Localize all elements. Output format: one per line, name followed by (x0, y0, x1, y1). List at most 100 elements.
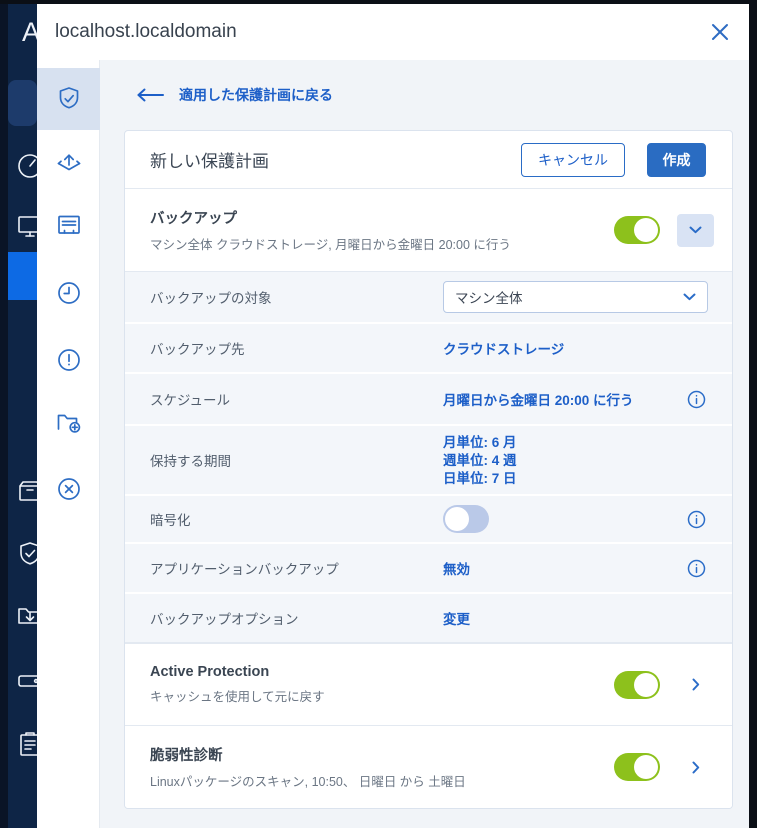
backup-source-select[interactable]: マシン全体 (443, 281, 708, 313)
plan-title: 新しい保護計画 (150, 147, 521, 172)
active-protection-toggle[interactable] (614, 671, 660, 699)
shield-check-icon (55, 85, 83, 113)
machine-name-title: localhost.localdomain (55, 21, 707, 43)
backup-destination-row: バックアップ先 クラウドストレージ (125, 322, 732, 372)
retention-values[interactable]: 月単位: 6 月 週単位: 4 週 日単位: 7 日 (443, 434, 517, 487)
toggle-knob (634, 218, 658, 242)
info-icon[interactable] (687, 510, 706, 529)
panel-icon-strip (37, 60, 100, 828)
backup-destination-link[interactable]: クラウドストレージ (443, 338, 564, 358)
application-backup-label: アプリケーションバックアップ (125, 558, 443, 578)
app-sidebar-edge (0, 4, 8, 828)
active-protection-subtitle: キャッシュを使用して元に戻す (150, 686, 614, 705)
active-protection-controls (614, 671, 714, 699)
create-button[interactable]: 作成 (647, 143, 706, 177)
audit-clipboard-icon (15, 729, 37, 759)
backup-module-text: バックアップ マシン全体 クラウドストレージ, 月曜日から金曜日 20:00 に… (150, 207, 614, 253)
backup-source-label: バックアップの対象 (125, 287, 443, 307)
machine-detail-panel: localhost.localdomain (37, 4, 749, 828)
tab-backup-storage[interactable] (37, 195, 100, 255)
active-protection-row: Active Protection キャッシュを使用して元に戻す (125, 643, 732, 725)
vulnerability-controls (614, 753, 714, 781)
panel-content: 適用した保護計画に戻る 新しい保護計画 キャンセル 作成 バックアップ マシン全… (101, 60, 749, 828)
vulnerability-title: 脆弱性診断 (150, 744, 614, 765)
clock-icon (55, 279, 83, 307)
tab-cancel[interactable] (37, 459, 100, 519)
dashboard-gauge-icon (15, 151, 37, 181)
toggle-knob (634, 755, 658, 779)
panel-body: 適用した保護計画に戻る 新しい保護計画 キャンセル 作成 バックアップ マシン全… (37, 60, 749, 828)
tab-add-group[interactable] (37, 392, 100, 452)
app-sidebar: A (0, 4, 37, 828)
tab-recovery[interactable] (37, 133, 100, 193)
vulnerability-open[interactable] (677, 761, 714, 774)
chevron-down-icon (689, 226, 702, 234)
sidebar-item-highlight (8, 80, 37, 126)
vulnerability-row: 脆弱性診断 Linuxパッケージのスキャン, 10:50、 日曜日 から 土曜日 (125, 725, 732, 808)
vault-icon (55, 211, 83, 239)
info-icon[interactable] (687, 390, 706, 409)
plan-header: 新しい保護計画 キャンセル 作成 (125, 131, 732, 188)
add-folder-icon (55, 408, 83, 436)
encryption-row: 暗号化 (125, 494, 732, 542)
chevron-right-icon (692, 678, 700, 691)
active-protection-text: Active Protection キャッシュを使用して元に戻す (150, 664, 614, 705)
active-protection-title: Active Protection (150, 664, 614, 680)
recovery-arrow-icon (55, 149, 83, 177)
backup-module-controls (614, 214, 714, 247)
storage-drive-icon (15, 666, 37, 696)
backup-module-subtitle: マシン全体 クラウドストレージ, 月曜日から金曜日 20:00 に行う (150, 234, 614, 253)
back-arrow-icon (136, 87, 165, 103)
tab-protection[interactable] (37, 68, 100, 130)
window-right-edge (749, 0, 757, 828)
toggle-knob (634, 673, 658, 697)
backup-destination-label: バックアップ先 (125, 338, 443, 358)
backup-toggle[interactable] (614, 216, 660, 244)
backup-source-value: マシン全体 (455, 287, 683, 307)
vulnerability-text: 脆弱性診断 Linuxパッケージのスキャン, 10:50、 日曜日 から 土曜日 (150, 744, 614, 790)
application-backup-row: アプリケーションバックアップ 無効 (125, 542, 732, 592)
devices-monitor-icon (15, 211, 37, 241)
back-to-plans-link[interactable]: 適用した保護計画に戻る (136, 85, 333, 105)
close-icon[interactable] (707, 19, 733, 45)
info-icon[interactable] (687, 559, 706, 578)
encryption-toggle[interactable] (443, 505, 489, 533)
retention-row: 保持する期間 月単位: 6 月 週単位: 4 週 日単位: 7 日 (125, 424, 732, 494)
toggle-knob (445, 507, 469, 531)
retention-monthly: 月単位: 6 月 (443, 434, 517, 451)
schedule-row: スケジュール 月曜日から金曜日 20:00 に行う (125, 372, 732, 424)
backup-settings: バックアップの対象 マシン全体 バックアップ先 (125, 271, 732, 643)
vulnerability-toggle[interactable] (614, 753, 660, 781)
alert-circle-icon (55, 346, 83, 374)
protection-plan-card: 新しい保護計画 キャンセル 作成 バックアップ マシン全体 クラウドストレージ,… (124, 130, 733, 809)
backup-module-title: バックアップ (150, 207, 614, 228)
sidebar-item-active (8, 252, 37, 300)
brand-logo: A (22, 17, 37, 48)
backup-options-label: バックアップオプション (125, 608, 443, 628)
chevron-down-icon (683, 293, 696, 301)
retention-label: 保持する期間 (125, 450, 443, 470)
folder-restore-icon (15, 601, 37, 631)
backup-module-row: バックアップ マシン全体 クラウドストレージ, 月曜日から金曜日 20:00 に… (125, 188, 732, 271)
package-box-icon (15, 477, 37, 507)
retention-weekly: 週単位: 4 週 (443, 452, 517, 469)
shield-check-small-icon (15, 539, 37, 569)
cancel-button[interactable]: キャンセル (521, 143, 625, 177)
backup-options-link[interactable]: 変更 (443, 608, 470, 628)
tab-activities[interactable] (37, 263, 100, 323)
panel-header: localhost.localdomain (37, 4, 749, 60)
encryption-label: 暗号化 (125, 509, 443, 529)
application-backup-link[interactable]: 無効 (443, 558, 470, 578)
chevron-right-icon (692, 761, 700, 774)
retention-daily: 日単位: 7 日 (443, 470, 517, 487)
back-link-label: 適用した保護計画に戻る (179, 85, 333, 105)
tab-alerts[interactable] (37, 330, 100, 390)
backup-options-row: バックアップオプション 変更 (125, 592, 732, 642)
backup-source-row: バックアップの対象 マシン全体 (125, 272, 732, 322)
cancel-circle-icon (55, 475, 83, 503)
vulnerability-subtitle: Linuxパッケージのスキャン, 10:50、 日曜日 から 土曜日 (150, 771, 614, 790)
schedule-link[interactable]: 月曜日から金曜日 20:00 に行う (443, 389, 634, 409)
schedule-label: スケジュール (125, 389, 443, 409)
backup-collapse-button[interactable] (677, 214, 714, 247)
active-protection-open[interactable] (677, 678, 714, 691)
